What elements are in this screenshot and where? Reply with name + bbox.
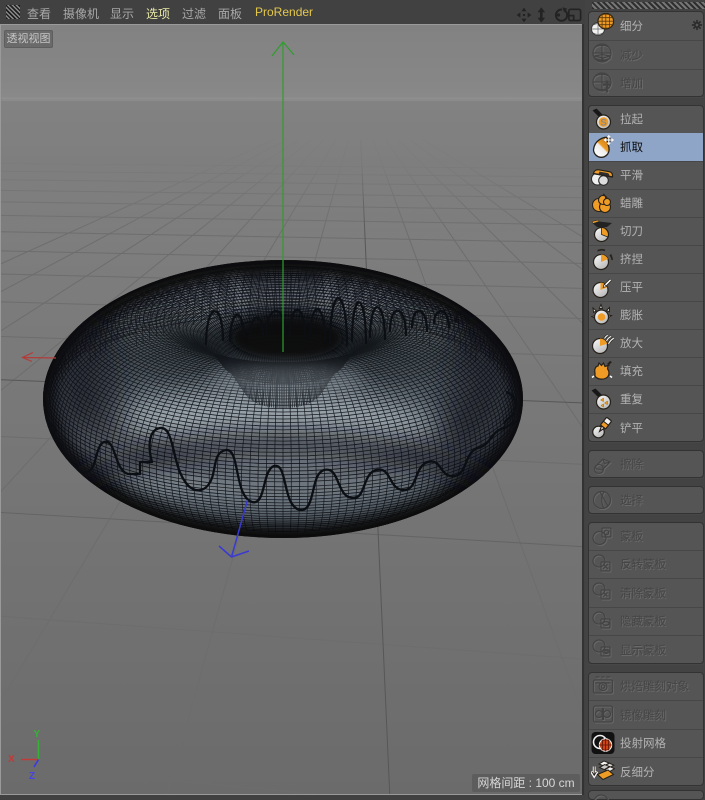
svg-text:X: X: [8, 754, 15, 765]
svg-text:Z: Z: [29, 771, 35, 782]
svg-text:S: S: [600, 117, 606, 128]
svg-text:Y: Y: [34, 729, 41, 740]
